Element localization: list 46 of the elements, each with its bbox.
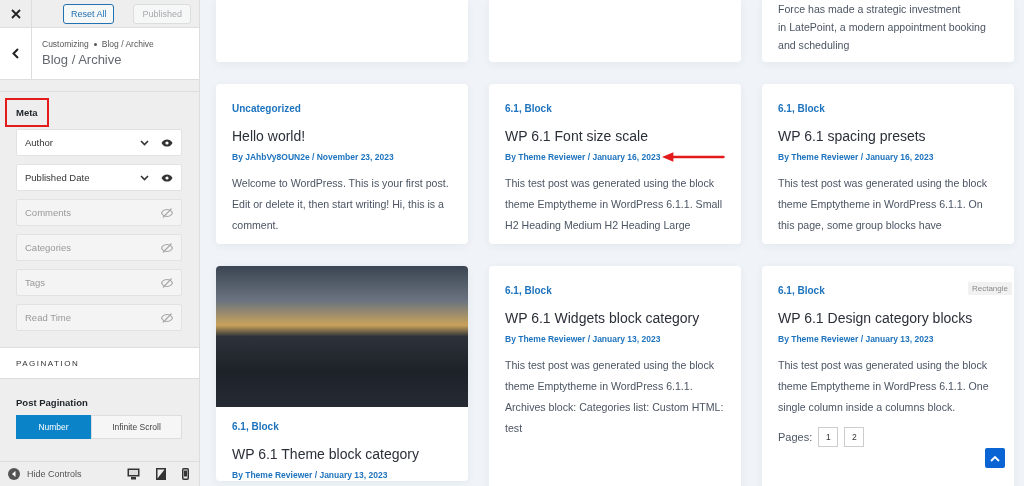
post-excerpt: Welcome to WordPress. This is your first post. Edit or delete it, then start writing! Hi, this is a comment.: [232, 176, 450, 233]
post-excerpt-line: and scheduling: [778, 38, 851, 53]
post-title[interactable]: WP 6.1 Design category blocks: [778, 310, 998, 326]
overlay-label: Rectangle: [967, 282, 1012, 295]
post-excerpt: This test post was generated using the block theme Emptytheme in WordPress 6.1.1. One single column inside a columns block.: [778, 358, 990, 415]
post-title[interactable]: Hello world!: [232, 128, 452, 144]
post-title[interactable]: WP 6.1 Widgets block category: [505, 310, 725, 326]
post-meta[interactable]: By Theme Reviewer / January 13, 2023: [232, 470, 388, 480]
post-title[interactable]: WP 6.1 spacing presets: [778, 128, 998, 144]
post-excerpt-line: in LatePoint, a modern appointment booking: [778, 20, 987, 35]
post-meta[interactable]: By Theme Reviewer / January 16, 2023: [778, 152, 934, 162]
panel-title: Blog / Archive: [42, 52, 123, 67]
post-title[interactable]: WP 6.1 Font size scale: [505, 128, 725, 144]
post-pagination-label: Post Pagination: [16, 397, 89, 408]
pagination-option[interactable]: Infinite Scroll: [91, 415, 182, 439]
category-links[interactable]: 6.1, Block: [778, 103, 825, 117]
category-links[interactable]: 6.1, Block: [505, 285, 552, 299]
post-excerpt: This test post was generated using the block theme Emptytheme in WordPress 6.1.1. Small H2 Heading Medium H2 Heading Large: [505, 176, 724, 233]
pagination-section-header: PAGINATION: [0, 347, 199, 379]
post-meta[interactable]: By Theme Reviewer / January 16, 2023: [505, 152, 661, 162]
post-meta[interactable]: By Theme Reviewer / January 13, 2023: [778, 334, 934, 344]
category-links[interactable]: Uncategorized: [232, 103, 301, 117]
post-excerpt: This test post was generated using the block theme Emptytheme in WordPress 6.1.1. On this page, some group blocks have: [778, 176, 989, 233]
meta-item[interactable]: Categories: [16, 234, 182, 261]
meta-heading: Meta: [7, 100, 47, 125]
page-link[interactable]: 2: [844, 427, 865, 447]
hide-controls-button[interactable]: Hide Controls: [8, 468, 82, 480]
meta-item[interactable]: Read Time: [16, 304, 182, 331]
page-link[interactable]: 1: [818, 427, 839, 447]
pages-label: Pages:: [778, 431, 813, 443]
category-links[interactable]: 6.1, Block: [778, 285, 825, 299]
post-title[interactable]: WP 6.1 Theme block category: [232, 446, 452, 462]
pagination-option[interactable]: Number: [16, 415, 91, 439]
post-excerpt: This test post was generated using the block theme Emptytheme in WordPress 6.1.1. Archives block: Categories list: Custom HTML: test: [505, 358, 725, 436]
breadcrumb-root: Customizing: [42, 39, 89, 49]
category-links[interactable]: 6.1, Block: [505, 103, 552, 117]
reset-all-button[interactable]: Reset All: [62, 3, 115, 24]
post-meta[interactable]: By JAhbVy8OUN2e / November 23, 2023: [232, 152, 394, 162]
post-meta[interactable]: By Theme Reviewer / January 13, 2023: [505, 334, 661, 344]
breadcrumb-current: Blog / Archive: [101, 39, 154, 49]
meta-item[interactable]: Author: [16, 129, 182, 156]
meta-item[interactable]: Published Date: [16, 164, 182, 191]
category-links[interactable]: 6.1, Block: [232, 421, 279, 435]
post-excerpt-line: Force has made a strategic investment: [778, 2, 962, 17]
meta-item[interactable]: Tags: [16, 269, 182, 296]
meta-item[interactable]: Comments: [16, 199, 182, 226]
